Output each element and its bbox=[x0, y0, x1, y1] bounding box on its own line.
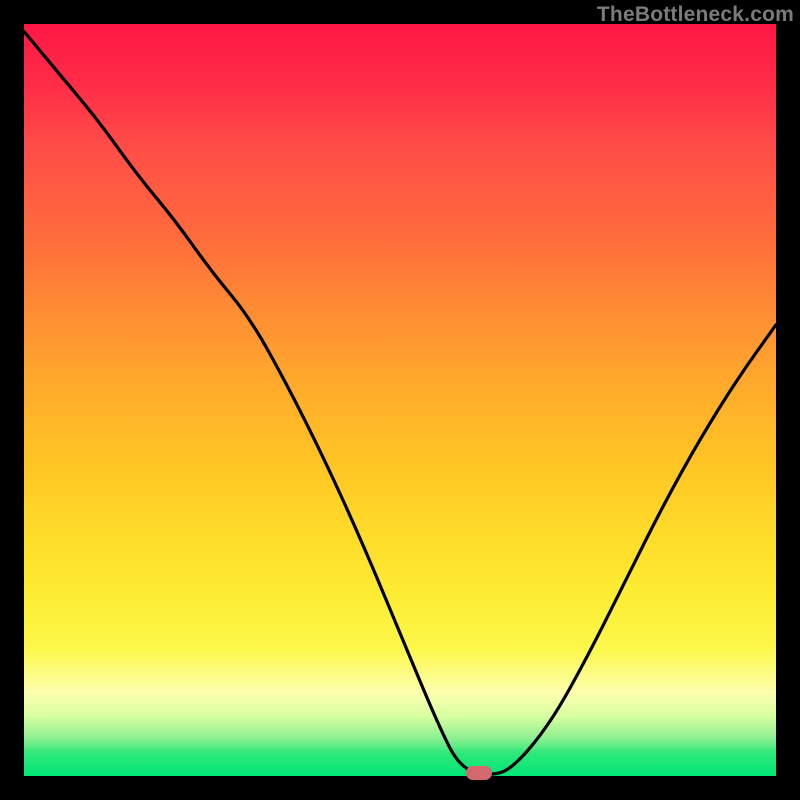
bottleneck-curve bbox=[24, 24, 776, 776]
chart-container: TheBottleneck.com bbox=[0, 0, 800, 800]
plot-area bbox=[24, 24, 776, 776]
watermark-text: TheBottleneck.com bbox=[597, 3, 794, 27]
optimal-point-marker bbox=[466, 766, 492, 780]
